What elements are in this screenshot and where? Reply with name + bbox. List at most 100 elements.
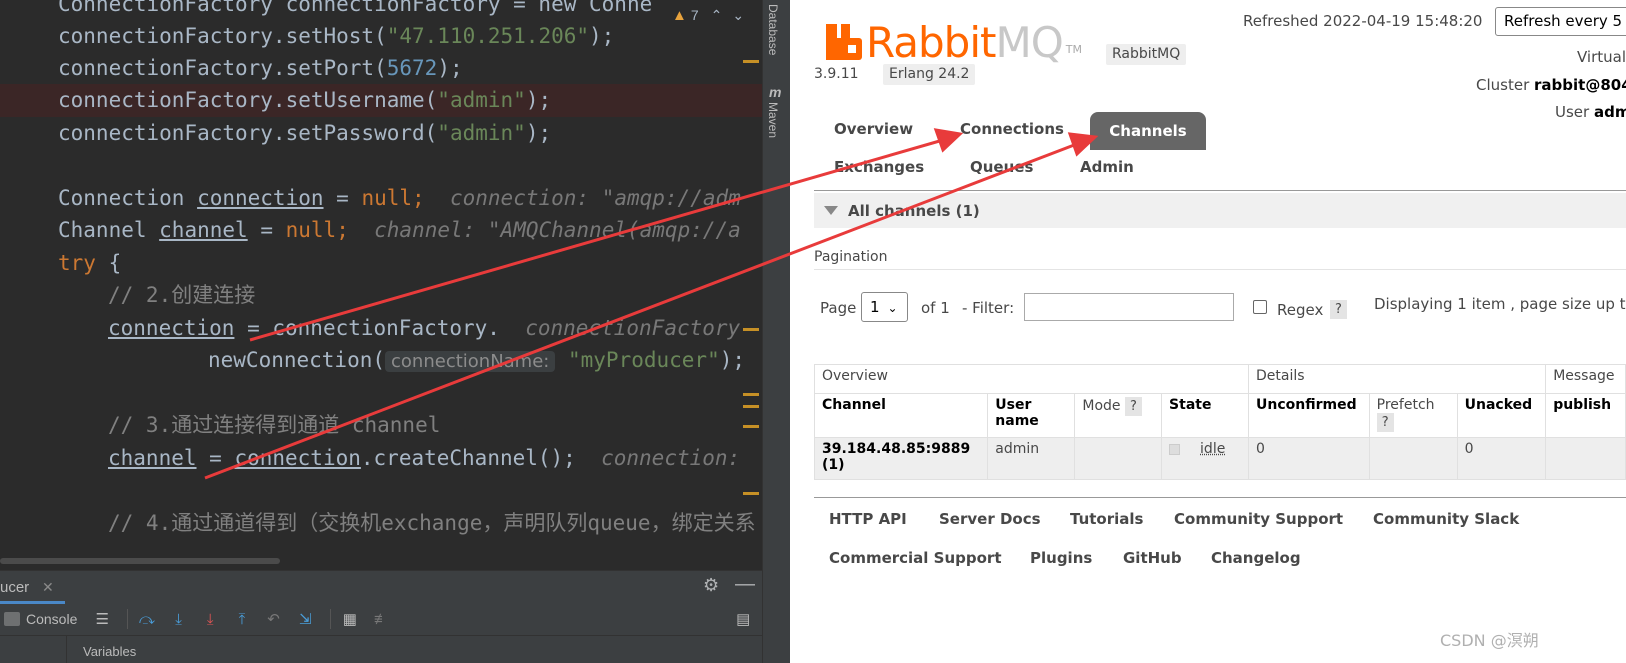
footer-link-tutorials[interactable]: Tutorials [1070,510,1143,528]
code-line-5[interactable]: connectionFactory.setPassword("admin"); [58,117,551,150]
ide-window: ConnectionFactory connectionFactory = ne… [0,0,790,663]
code-line-9[interactable]: try { [58,247,121,280]
nav-queues[interactable]: Queues [970,158,1033,176]
nav-connections[interactable]: Connections [960,120,1064,138]
warning-icon: ▲ [672,6,687,24]
chevron-up-icon[interactable]: ⌃ [711,7,723,24]
col-channel[interactable]: Channel [813,393,989,438]
group-details: Details [1248,364,1547,394]
step-over-icon[interactable]: ⤼ [134,607,160,631]
inspection-widget[interactable]: ▲ 7 ⌃ ⌄ [672,4,744,26]
nav-channels[interactable]: Channels [1090,112,1206,150]
footer-link-community-support[interactable]: Community Support [1174,510,1343,528]
col-unacked[interactable]: Unacked [1456,393,1547,438]
all-channels-section-header[interactable]: All channels (1) [814,193,1626,228]
page-select[interactable]: 1 ⌄ [861,292,908,322]
console-tab[interactable]: Console [0,611,77,627]
col-publish[interactable]: publish [1545,393,1626,438]
nav-admin[interactable]: Admin [1080,158,1134,176]
regex-help-button[interactable]: ? [1330,300,1347,319]
maven-icon[interactable]: m [769,84,781,100]
gutter-marker[interactable] [743,405,759,408]
gutter-marker[interactable] [743,328,759,331]
gutter-marker[interactable] [743,425,759,428]
user-name: adm [1593,103,1626,121]
menu-icon[interactable]: ☰ [89,607,115,631]
nav-divider [814,190,1626,191]
footer-link-http-api[interactable]: HTTP API [829,510,907,528]
chevron-down-icon[interactable]: ⌄ [732,7,744,24]
drop-frame-icon[interactable]: ↶ [261,607,287,631]
nav-exchanges[interactable]: Exchanges [834,158,924,176]
maven-tab[interactable]: Maven [766,102,780,138]
trace-icon[interactable]: ≢ [369,607,395,631]
code-line-2[interactable]: connectionFactory.setHost("47.110.251.20… [58,20,614,53]
code-line-4[interactable]: connectionFactory.setUsername("admin"); [58,84,551,117]
code-line-12[interactable]: newConnection(connectionName: "myProduce… [208,344,745,377]
virtual-host-label: Virtual [1577,48,1626,66]
col-prefetch[interactable]: Prefetch? [1368,393,1458,438]
code-line-1[interactable]: ConnectionFactory connectionFactory = ne… [58,0,652,21]
code-line-11[interactable]: connection = connectionFactory. connecti… [108,312,740,345]
horizontal-scrollbar[interactable] [0,558,280,564]
footer-link-commercial-support[interactable]: Commercial Support [829,549,1002,567]
step-into-icon[interactable]: ⤓ [166,607,192,631]
code-line-17[interactable]: // 4.通过通道得到（交换机exchange，声明队列queue，绑定关系 [108,507,756,540]
code-line-3[interactable]: connectionFactory.setPort(5672); [58,52,463,85]
divider [66,636,67,663]
force-step-into-icon[interactable]: ⤓ [197,607,223,631]
close-icon[interactable]: ✕ [42,579,54,596]
col-state[interactable]: State [1161,393,1250,438]
version-badge: 3.9.11 [814,64,865,85]
layout-icon[interactable]: ▤ [730,607,756,631]
footer-divider [814,497,1626,498]
code-editor[interactable]: ConnectionFactory connectionFactory = ne… [0,0,762,570]
gutter-marker[interactable] [743,492,759,495]
run-to-cursor-icon[interactable]: ⇲ [292,607,318,631]
code-line-15[interactable]: channel = connection.createChannel(); co… [108,442,740,475]
footer-link-changelog[interactable]: Changelog [1211,549,1301,567]
rabbitmq-logo[interactable]: Rabbit MQ TM [826,18,1082,67]
debug-toolbar: Console ☰ ⤼ ⤓ ⤓ ⤒ ↶ ⇲ ▦ ≢ ▤ [0,605,762,633]
debug-tab-title[interactable]: ucer [0,579,29,596]
user-info: User adm [1555,103,1626,121]
evaluate-icon[interactable]: ▦ [337,607,363,631]
gutter-marker[interactable] [743,60,759,63]
pagination-divider [814,269,1626,270]
cluster-info: Cluster rabbit@804 [1476,76,1626,94]
page-count: of 1 [921,299,950,317]
prefetch-help-button[interactable]: ? [1376,413,1394,432]
gear-icon[interactable]: ⚙ [703,575,719,596]
footer-link-community-slack[interactable]: Community Slack [1373,510,1519,528]
nav-overview[interactable]: Overview [834,120,913,138]
footer-link-github[interactable]: GitHub [1123,549,1182,567]
variables-label[interactable]: Variables [83,644,136,659]
refresh-interval-select[interactable]: Refresh every 5 [1495,7,1626,36]
code-line-7[interactable]: Connection connection = null; connection… [58,182,741,215]
mode-help-button[interactable]: ? [1124,397,1142,416]
debug-tabbar: ucer ✕ ⚙ — [0,571,762,604]
col-mode[interactable]: Mode ? [1074,393,1163,438]
database-tab[interactable]: Database [766,4,780,55]
cell-prefetch [1368,437,1458,480]
code-line-10[interactable]: // 2.创建连接 [108,279,255,312]
footer-link-server-docs[interactable]: Server Docs [939,510,1041,528]
regex-checkbox[interactable] [1253,300,1267,314]
section-title: All channels (1) [848,201,980,220]
trademark: TM [1065,42,1082,56]
footer-link-plugins[interactable]: Plugins [1030,549,1092,567]
gutter-marker[interactable] [743,393,759,396]
filter-input[interactable] [1024,293,1234,321]
col-user-name[interactable]: User name [987,393,1076,438]
step-out-icon[interactable]: ⤒ [229,607,255,631]
cell-unconfirmed: 0 [1248,437,1370,480]
cell-channel[interactable]: 39.184.48.85:9889 (1) [813,437,989,480]
filter-label: - Filter: [962,299,1015,317]
col-unconfirmed[interactable]: Unconfirmed [1248,393,1370,438]
active-tab-indicator [0,601,65,604]
code-line-8[interactable]: Channel channel = null; channel: "AMQCha… [58,214,741,247]
table-row[interactable]: 39.184.48.85:9889 (1) admin idle 0 0 [813,437,1626,480]
code-line-14[interactable]: // 3.通过连接得到通道 channel [108,409,440,442]
minimize-icon[interactable]: — [735,573,755,596]
displaying-info: Displaying 1 item , page size up t [1374,295,1626,313]
